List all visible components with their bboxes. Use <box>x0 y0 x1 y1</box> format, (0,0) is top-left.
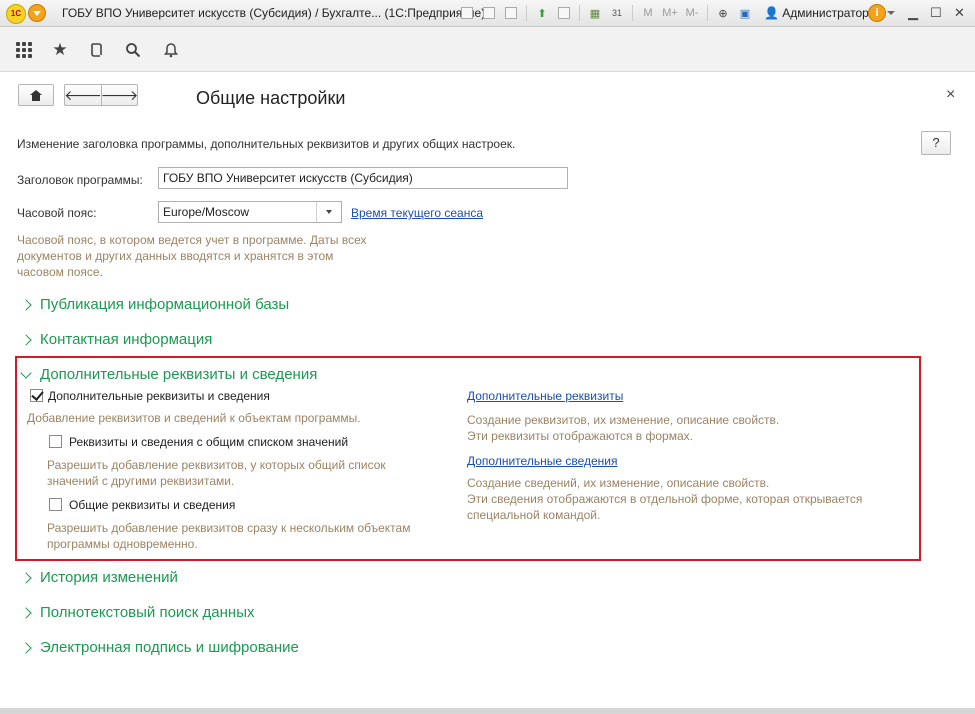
arrow-left-icon: 🡐 <box>64 86 102 103</box>
toolbar-separator <box>526 5 527 21</box>
common-list-hint-line1: Разрешить добавление реквизитов, у котор… <box>47 458 386 472</box>
save-icon[interactable] <box>458 4 476 22</box>
history-icon[interactable] <box>87 40 107 60</box>
form-description: Изменение заголовка программы, дополните… <box>17 137 516 151</box>
section-contacts-label: Контактная информация <box>40 331 213 348</box>
chevron-down-icon[interactable] <box>316 202 341 222</box>
session-time-link[interactable]: Время текущего сеанса <box>351 206 483 220</box>
timezone-label: Часовой пояс: <box>17 206 97 220</box>
main-menu-dropdown-icon[interactable] <box>28 4 46 22</box>
maximize-icon[interactable]: ☐ <box>930 5 942 21</box>
user-name[interactable]: 👤 Администратор <box>764 6 869 20</box>
common-attributes-checkbox[interactable] <box>49 498 62 511</box>
chevron-right-icon <box>20 571 32 584</box>
timezone-hint-line2: документов и других данных вводятся и хр… <box>17 249 334 263</box>
attach-icon[interactable]: ⬆ <box>533 4 551 22</box>
section-history[interactable]: История изменений <box>20 569 178 586</box>
titlebar-toolbar: ⬆ ▦ 31 M M+ M- ⊕ ▣ <box>458 4 754 22</box>
section-publication-label: Публикация информационной базы <box>40 296 290 313</box>
print-icon[interactable] <box>480 4 498 22</box>
close-form-icon[interactable]: × <box>946 86 955 104</box>
calculator-icon[interactable]: ▦ <box>586 4 604 22</box>
help-button[interactable]: ? <box>921 131 951 155</box>
additional-attributes-link-hint1: Создание реквизитов, их изменение, описа… <box>467 413 780 427</box>
user-name-label: Администратор <box>782 6 869 20</box>
additional-info-link[interactable]: Дополнительные сведения <box>467 454 617 468</box>
email-icon[interactable] <box>555 4 573 22</box>
memory-m-icon[interactable]: M <box>639 4 657 22</box>
additional-info-link-hint1: Создание сведений, их изменение, описани… <box>467 476 770 490</box>
memory-mplus-icon[interactable]: M+ <box>661 4 679 22</box>
home-icon <box>30 89 42 101</box>
arrow-right-icon: 🡒 <box>100 86 139 103</box>
additional-attributes-link-hint2: Эти реквизиты отображаются в формах. <box>467 429 693 443</box>
timezone-hint-line3: часовом поясе. <box>17 265 103 279</box>
chevron-right-icon <box>20 333 32 346</box>
home-button[interactable] <box>18 84 54 106</box>
window-title: ГОБУ ВПО Университет искусств (Субсидия)… <box>62 6 486 20</box>
chevron-right-icon <box>20 298 32 311</box>
common-attributes-hint-line1: Разрешить добавление реквизитов сразу к … <box>47 521 411 535</box>
calendar-icon[interactable]: 31 <box>608 4 626 22</box>
section-additional[interactable]: Дополнительные реквизиты и сведения <box>20 366 318 383</box>
section-fulltext-label: Полнотекстовый поиск данных <box>40 604 255 621</box>
common-list-hint-line2: значений с другими реквизитами. <box>47 474 235 488</box>
section-fulltext[interactable]: Полнотекстовый поиск данных <box>20 604 255 621</box>
additional-attributes-checkbox-label[interactable]: Дополнительные реквизиты и сведения <box>48 389 270 403</box>
chevron-right-icon <box>20 606 32 619</box>
additional-attributes-checkbox[interactable] <box>30 389 43 402</box>
window-bottom-border <box>0 708 975 714</box>
forward-button[interactable]: 🡒 <box>101 84 138 106</box>
1c-logo-icon[interactable]: 1С <box>6 4 26 24</box>
additional-attributes-link[interactable]: Дополнительные реквизиты <box>467 389 623 403</box>
back-button[interactable]: 🡐 <box>64 84 102 106</box>
window-titlebar: 1С ГОБУ ВПО Университет искусств (Субсид… <box>0 0 975 27</box>
close-window-icon[interactable]: ✕ <box>954 5 965 21</box>
chevron-down-icon <box>20 366 32 379</box>
preview-icon[interactable] <box>502 4 520 22</box>
program-title-field[interactable]: ГОБУ ВПО Университет искусств (Субсидия) <box>158 167 568 189</box>
common-attributes-checkbox-label[interactable]: Общие реквизиты и сведения <box>69 498 235 512</box>
app-navbar: ★ <box>0 27 975 72</box>
common-attributes-hint-line2: программы одновременно. <box>47 537 198 551</box>
section-contacts[interactable]: Контактная информация <box>20 331 213 348</box>
timezone-value: Europe/Moscow <box>163 205 250 219</box>
common-list-checkbox[interactable] <box>49 435 62 448</box>
section-history-label: История изменений <box>40 569 178 586</box>
additional-info-link-hint2: Эти сведения отображаются в отдельной фо… <box>467 492 863 506</box>
timezone-select[interactable]: Europe/Moscow <box>158 201 342 223</box>
info-icon[interactable]: i <box>868 4 886 22</box>
zoom-icon[interactable]: ⊕ <box>714 4 732 22</box>
apps-grid-icon[interactable] <box>14 40 34 60</box>
additional-info-link-hint3: специальной командой. <box>467 508 601 522</box>
minimize-icon[interactable]: ▁ <box>908 5 918 21</box>
section-additional-label: Дополнительные реквизиты и сведения <box>40 366 318 383</box>
panel-icon[interactable]: ▣ <box>736 4 754 22</box>
timezone-hint-line1: Часовой пояс, в котором ведется учет в п… <box>17 233 367 247</box>
favorites-star-icon[interactable]: ★ <box>50 40 70 60</box>
toolbar-separator <box>707 5 708 21</box>
program-title-label: Заголовок программы: <box>17 173 143 187</box>
search-icon[interactable] <box>123 40 143 60</box>
section-publication[interactable]: Публикация информационной базы <box>20 296 290 313</box>
chevron-right-icon <box>20 641 32 654</box>
page-title: Общие настройки <box>196 88 346 108</box>
section-esign[interactable]: Электронная подпись и шифрование <box>20 639 299 656</box>
additional-attributes-hint: Добавление реквизитов и сведений к объек… <box>27 411 361 425</box>
bell-icon[interactable] <box>161 40 181 60</box>
toolbar-separator <box>632 5 633 21</box>
common-list-checkbox-label[interactable]: Реквизиты и сведения с общим списком зна… <box>69 435 348 449</box>
info-dropdown-icon[interactable] <box>887 11 895 15</box>
memory-mminus-icon[interactable]: M- <box>683 4 701 22</box>
section-esign-label: Электронная подпись и шифрование <box>40 639 299 656</box>
toolbar-separator <box>579 5 580 21</box>
